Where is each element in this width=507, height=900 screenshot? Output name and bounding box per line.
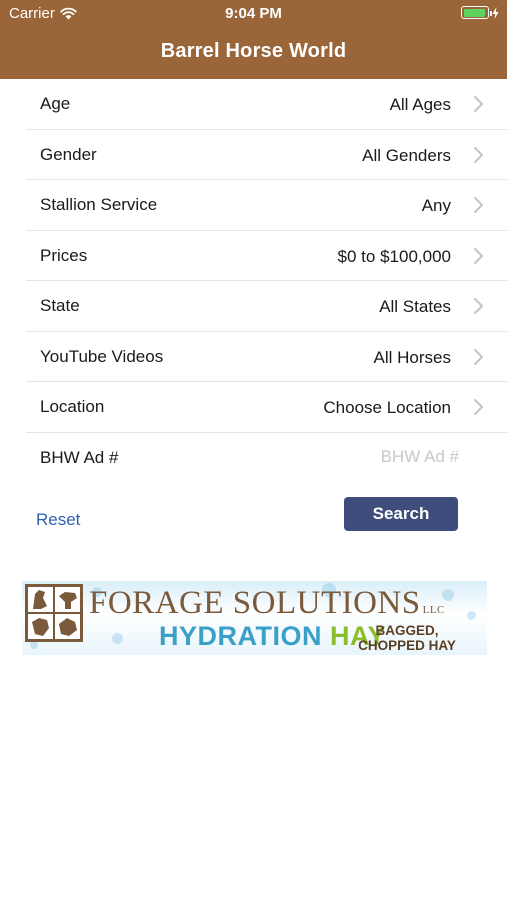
filter-row-age[interactable]: Age All Ages (26, 79, 507, 130)
filter-label: Prices (40, 245, 88, 265)
chevron-right-icon (474, 197, 483, 213)
chevron-right-icon (474, 247, 483, 264)
filter-value: All States (379, 297, 451, 316)
reset-button[interactable]: Reset (36, 510, 80, 530)
ad-number-label: BHW Ad # (40, 447, 119, 467)
filter-value: $0 to $100,000 (337, 246, 451, 266)
navigation-header: Carrier 9:04 PM Barrel Horse World (0, 0, 507, 79)
filter-row-state[interactable]: State All States (26, 281, 507, 332)
page-title: Barrel Horse World (160, 40, 347, 62)
banner-title-text: FORAGE SOLUTIONS (89, 585, 421, 621)
charging-bolt-icon (492, 6, 499, 19)
filter-label: Stallion Service (40, 195, 158, 214)
chevron-right-icon (474, 96, 483, 112)
chevron-right-icon (474, 146, 483, 163)
banner-hydration-text: HYDRATION (159, 621, 322, 651)
chevron-right-icon (474, 399, 483, 415)
status-bar: Carrier 9:04 PM (0, 0, 507, 28)
filter-label: YouTube Videos (40, 346, 164, 366)
filter-value: All Ages (389, 95, 451, 114)
banner-bagged-text: BAGGED, (375, 623, 439, 638)
filter-value: All Genders (362, 145, 451, 165)
banner-llc: LLC (422, 604, 445, 616)
search-button[interactable]: Search (344, 497, 458, 531)
chevron-right-icon (474, 348, 483, 365)
filter-label: State (40, 296, 80, 315)
filter-row-youtube-videos[interactable]: YouTube Videos All Horses (26, 332, 507, 382)
filter-label: Age (40, 94, 71, 113)
forage-solutions-logo (25, 584, 83, 642)
battery-level (463, 8, 485, 17)
filter-row-prices[interactable]: Prices $0 to $100,000 (26, 231, 507, 281)
battery-icon (461, 6, 492, 19)
filter-label: Location (40, 397, 105, 416)
banner-title: FORAGE SOLUTIONS LLC (89, 585, 445, 622)
filter-value: All Horses (373, 347, 451, 367)
filter-row-location[interactable]: Location Choose Location (26, 382, 507, 433)
sponsor-banner[interactable]: FORAGE SOLUTIONS LLC HYDRATION HAY BAGGED… (22, 581, 487, 655)
filter-row-ad-number: BHW Ad # (26, 433, 507, 484)
banner-chopped-text: CHOPPED HAY (358, 638, 456, 653)
banner-tagline: BAGGED, CHOPPED HAY (352, 623, 462, 653)
filter-value: Choose Location (323, 398, 451, 417)
filter-label: Gender (40, 144, 97, 164)
filter-list: Age All Ages Gender All Genders Stallion… (26, 79, 507, 483)
chevron-right-icon (474, 298, 483, 314)
filter-row-gender[interactable]: Gender All Genders (26, 130, 507, 180)
battery-indicator (461, 6, 499, 19)
ad-number-input[interactable] (259, 446, 459, 467)
filter-row-stallion-service[interactable]: Stallion Service Any (26, 180, 507, 231)
status-time: 9:04 PM (225, 5, 282, 22)
filter-value: Any (421, 196, 451, 215)
